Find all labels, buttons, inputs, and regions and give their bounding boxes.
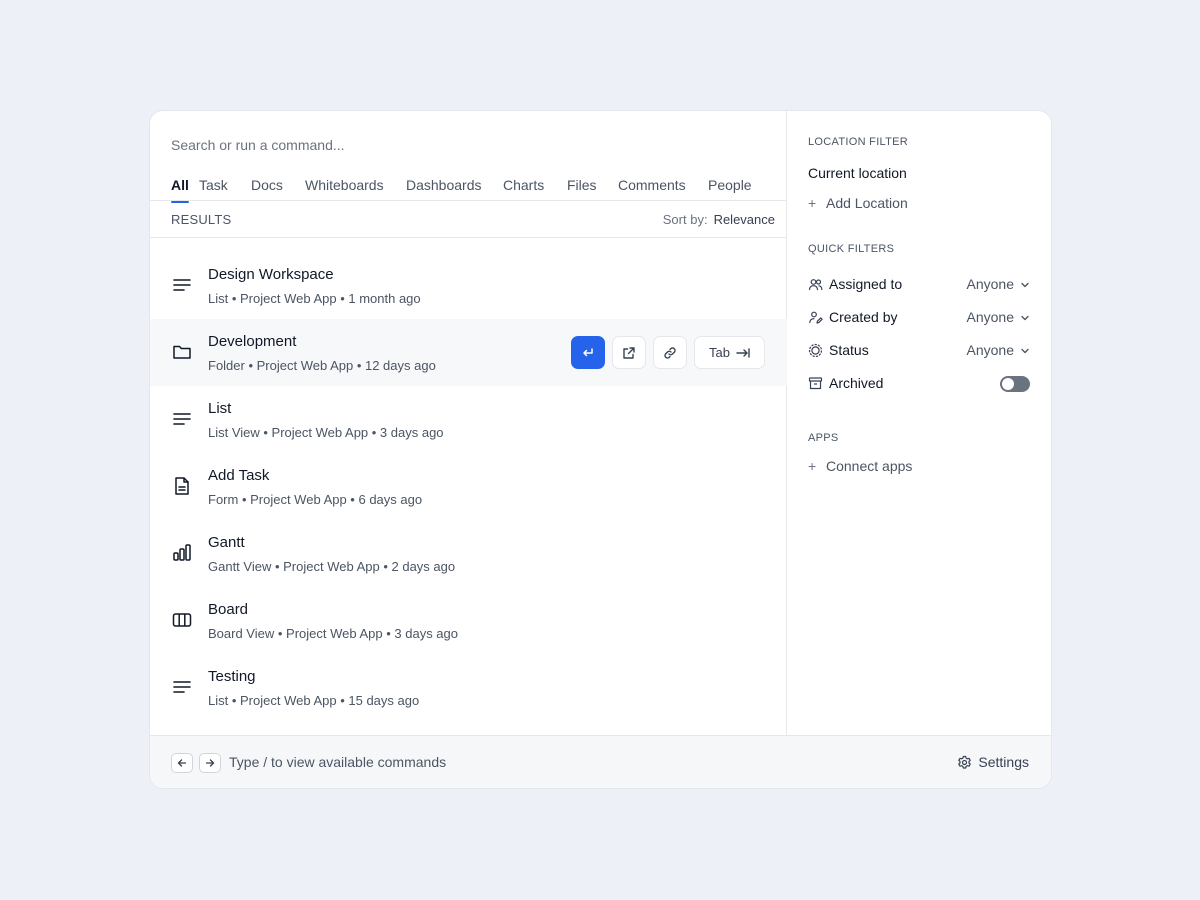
filter-label: Created by — [829, 309, 898, 325]
result-row[interactable]: Board Board View • Project Web App • 3 d… — [150, 587, 787, 654]
arrow-left-icon — [177, 759, 187, 767]
filter-value: Anyone — [966, 309, 1014, 325]
tab-bar: All Task Docs Whiteboards Dashboards Cha… — [150, 174, 787, 203]
add-location-button[interactable]: + Add Location — [808, 195, 908, 211]
tab-charts[interactable]: Charts — [503, 177, 544, 201]
result-title: Design Workspace — [208, 266, 334, 283]
filter-value-dropdown[interactable]: Anyone — [967, 309, 1030, 325]
gear-icon — [958, 755, 972, 769]
tab-files[interactable]: Files — [567, 177, 597, 201]
result-row[interactable]: Add Task Form • Project Web App • 6 days… — [150, 453, 787, 520]
filter-value-dropdown[interactable]: Anyone — [967, 276, 1030, 292]
result-meta: Board View • Project Web App • 3 days ag… — [208, 626, 458, 641]
result-meta: List View • Project Web App • 3 days ago — [208, 425, 444, 440]
result-row[interactable]: Testing List • Project Web App • 15 days… — [150, 654, 787, 721]
arrow-right-icon — [205, 759, 215, 767]
enter-icon — [583, 347, 593, 356]
toggle-knob — [1002, 378, 1014, 390]
result-title: Gantt — [208, 534, 245, 551]
result-meta: List • Project Web App • 1 month ago — [208, 291, 421, 306]
list-icon — [171, 676, 193, 698]
result-title: Add Task — [208, 467, 270, 484]
filter-label: Assigned to — [829, 276, 903, 292]
chevron-down-icon — [1020, 313, 1030, 323]
result-meta: Folder • Project Web App • 12 days ago — [208, 358, 436, 373]
external-link-icon — [623, 346, 635, 359]
filter-label: Status — [829, 342, 869, 358]
status-icon — [808, 343, 823, 358]
document-icon — [171, 475, 193, 497]
filter-assigned-to[interactable]: Assigned to Anyone — [808, 274, 1030, 296]
connect-apps-button[interactable]: + Connect apps — [808, 458, 912, 474]
result-meta: Form • Project Web App • 6 days ago — [208, 492, 423, 507]
results-label: RESULTS — [171, 212, 232, 227]
tab-dashboards[interactable]: Dashboards — [406, 177, 482, 201]
tab-key-icon — [736, 347, 750, 358]
filter-value: Anyone — [966, 276, 1014, 292]
copy-link-button[interactable] — [653, 336, 687, 369]
tab-people[interactable]: People — [708, 177, 752, 201]
sort-control[interactable]: Sort by: Relevance — [663, 212, 775, 227]
chevron-down-icon — [1020, 346, 1030, 356]
result-row[interactable]: Gantt Gantt View • Project Web App • 2 d… — [150, 520, 787, 587]
filter-label: Archived — [829, 375, 884, 391]
plus-icon: + — [808, 458, 817, 474]
settings-button[interactable]: Settings — [957, 754, 1029, 770]
current-location[interactable]: Current location — [808, 165, 907, 181]
archived-toggle[interactable] — [1000, 376, 1030, 392]
quick-filters-heading: QUICK FILTERS — [808, 243, 895, 255]
board-columns-icon — [171, 609, 193, 631]
results-panel: All Task Docs Whiteboards Dashboards Cha… — [150, 111, 787, 735]
filter-sidebar: LOCATION FILTER Current location + Add Lo… — [787, 111, 1051, 735]
search-input[interactable] — [171, 135, 761, 155]
list-icon — [171, 274, 193, 296]
command-palette: All Task Docs Whiteboards Dashboards Cha… — [149, 110, 1052, 789]
result-title: Development — [208, 333, 297, 350]
result-row[interactable]: List List View • Project Web App • 3 day… — [150, 386, 787, 453]
filter-value: Anyone — [966, 342, 1014, 358]
commands-hint: Type / to view available commands — [229, 754, 447, 770]
result-row-selected[interactable]: Development Folder • Project Web App • 1… — [150, 319, 787, 386]
plus-icon: + — [808, 195, 817, 211]
tab-shortcut-label: Tab — [709, 345, 730, 360]
results-header: RESULTS Sort by: Relevance — [150, 201, 787, 238]
result-title: Testing — [208, 668, 256, 685]
settings-label: Settings — [978, 754, 1029, 770]
user-edit-icon — [808, 310, 823, 325]
tab-shortcut-button[interactable]: Tab — [694, 336, 765, 369]
location-filter-heading: LOCATION FILTER — [808, 136, 909, 148]
link-icon — [664, 346, 676, 359]
result-meta: Gantt View • Project Web App • 2 days ag… — [208, 559, 456, 574]
result-row[interactable]: Design Workspace List • Project Web App … — [150, 252, 787, 319]
result-meta: List • Project Web App • 15 days ago — [208, 693, 420, 708]
chevron-down-icon — [1020, 280, 1030, 290]
apps-heading: APPS — [808, 432, 839, 444]
filter-value-dropdown[interactable]: Anyone — [967, 342, 1030, 358]
users-icon — [808, 277, 823, 292]
back-button[interactable] — [171, 753, 193, 773]
palette-footer: Type / to view available commands Settin… — [150, 735, 1051, 788]
tab-comments[interactable]: Comments — [618, 177, 686, 201]
open-new-tab-button[interactable] — [612, 336, 646, 369]
filter-status[interactable]: Status Anyone — [808, 340, 1030, 362]
folder-icon — [171, 341, 193, 363]
list-icon — [171, 408, 193, 430]
sort-label: Sort by: — [662, 212, 708, 227]
filter-archived: Archived — [808, 373, 1030, 395]
connect-apps-label: Connect apps — [826, 458, 913, 474]
archive-icon — [808, 376, 823, 391]
add-location-label: Add Location — [826, 195, 908, 211]
tab-all[interactable]: All — [171, 177, 189, 203]
sort-value[interactable]: Relevance — [714, 212, 775, 227]
tab-whiteboards[interactable]: Whiteboards — [305, 177, 384, 201]
tab-task[interactable]: Task — [199, 177, 228, 201]
filter-created-by[interactable]: Created by Anyone — [808, 307, 1030, 329]
result-title: List — [208, 400, 232, 417]
result-title: Board — [208, 601, 249, 618]
forward-button[interactable] — [199, 753, 221, 773]
open-button[interactable] — [571, 336, 605, 369]
tab-docs[interactable]: Docs — [251, 177, 283, 201]
bar-chart-icon — [171, 542, 193, 564]
